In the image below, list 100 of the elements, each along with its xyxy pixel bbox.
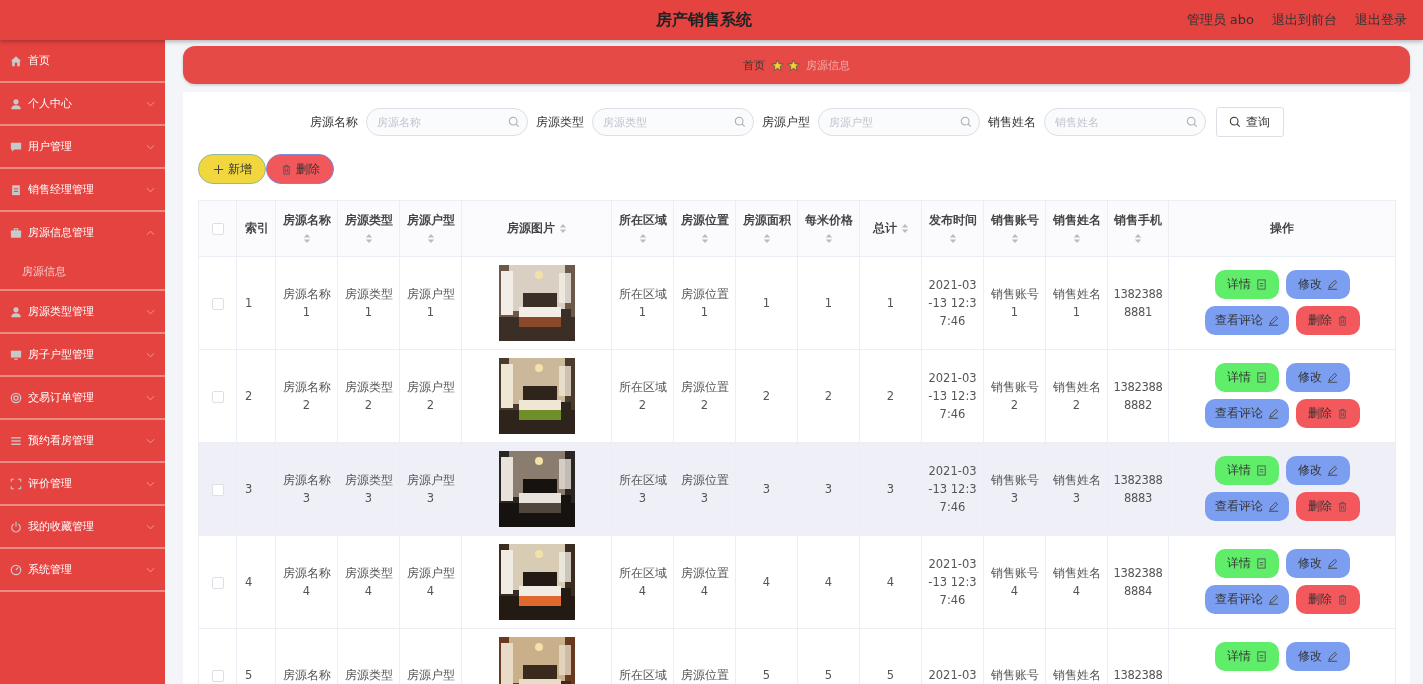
query-button[interactable]: 查询 <box>1215 107 1284 137</box>
submenu-item[interactable]: 房源信息 <box>0 253 165 289</box>
pencil-icon <box>1326 279 1338 290</box>
field-label: 房源名称 <box>309 114 358 130</box>
pencil-icon <box>1267 501 1279 512</box>
trash-icon <box>1336 501 1348 512</box>
table-cell-text: 房源位置 <box>680 667 729 684</box>
delete-button[interactable]: 删除 <box>1295 399 1360 428</box>
header-link[interactable]: 退出登录 <box>1355 11 1407 29</box>
column-header[interactable]: 房源类型 <box>337 200 400 257</box>
monitor-icon <box>10 348 22 361</box>
sort-icon <box>558 223 567 234</box>
select-all-checkbox[interactable] <box>211 223 224 235</box>
table-cell-text: 3 <box>824 481 833 498</box>
detail-button[interactable]: 详情 <box>1214 642 1279 671</box>
column-header[interactable]: 销售手机 <box>1107 200 1169 257</box>
column-header[interactable]: 房源名称 <box>275 200 338 257</box>
table-cell-text: 1 <box>886 295 895 312</box>
header-link[interactable]: 退出到前台 <box>1272 11 1337 29</box>
pencil-icon <box>1326 651 1338 662</box>
edit-button[interactable]: 修改 <box>1285 363 1350 392</box>
search-icon <box>733 116 746 128</box>
trash-icon <box>1336 315 1348 326</box>
delete-button[interactable]: 删除 <box>1295 492 1360 521</box>
edit-button[interactable]: 修改 <box>1285 549 1350 578</box>
menu-item[interactable]: 评价管理 <box>0 463 165 504</box>
table-cell-text: 房源户型4 <box>405 565 456 600</box>
column-header[interactable]: 总计 <box>859 200 922 257</box>
user-icon <box>10 97 22 110</box>
lifebuoy-icon <box>10 391 22 404</box>
detail-button[interactable]: 详情 <box>1214 456 1279 485</box>
column-header[interactable]: 所在区域 <box>611 200 674 257</box>
menu-item[interactable]: 预约看房管理 <box>0 420 165 461</box>
review-button[interactable]: 查看评论 <box>1204 585 1289 614</box>
menu-item[interactable]: 个人中心 <box>0 83 165 124</box>
add-button[interactable]: 新增 <box>198 154 266 184</box>
star-icon <box>771 58 784 72</box>
trash-icon <box>1336 408 1348 419</box>
edit-button[interactable]: 修改 <box>1285 642 1350 671</box>
table-cell-text: 房源类型1 <box>343 286 394 321</box>
sort-icon <box>900 223 909 234</box>
table-cell-text: 房源位置1 <box>679 286 730 321</box>
app-title: 房产销售系统 <box>655 9 752 31</box>
column-header[interactable]: 发布时间 <box>921 200 984 257</box>
menu-item[interactable]: 交易订单管理 <box>0 377 165 418</box>
table-cell-text: 房源位置4 <box>679 565 730 600</box>
delete-button[interactable]: 删除 <box>266 154 334 184</box>
menu-item[interactable]: 系统管理 <box>0 549 165 590</box>
table-cell-text: 5 <box>824 667 833 684</box>
detail-button[interactable]: 详情 <box>1214 270 1279 299</box>
table-cell-text: 房源名称4 <box>281 565 332 600</box>
clipboard-icon <box>10 183 22 196</box>
menu-item[interactable]: 房源信息管理 <box>0 212 165 253</box>
review-button[interactable]: 查看评论 <box>1204 306 1289 335</box>
column-header[interactable]: 房源面积 <box>735 200 798 257</box>
table-cell-text: 房源类型4 <box>343 565 394 600</box>
detail-button[interactable]: 详情 <box>1214 363 1279 392</box>
menu-item[interactable]: 用户管理 <box>0 126 165 167</box>
menu-item[interactable]: 房源类型管理 <box>0 291 165 332</box>
table-cell-text: 2021-03-13 12:37:46 <box>927 556 978 609</box>
edit-button[interactable]: 修改 <box>1285 456 1350 485</box>
column-header[interactable]: 房源户型 <box>399 200 462 257</box>
search-icon <box>507 116 520 128</box>
row-checkbox[interactable] <box>211 669 224 682</box>
power-icon <box>10 520 22 533</box>
chevron-icon <box>146 566 155 573</box>
table-cell-text: 2 <box>762 388 771 405</box>
menu-item[interactable]: 销售经理管理 <box>0 169 165 210</box>
table-cell-text: 13823888883 <box>1112 472 1164 507</box>
delete-button[interactable]: 删除 <box>1295 585 1360 614</box>
row-checkbox[interactable] <box>211 390 224 403</box>
chevron-icon <box>146 100 155 107</box>
row-checkbox[interactable] <box>211 297 224 310</box>
table-cell-text: 1 <box>762 295 771 312</box>
row-checkbox[interactable] <box>211 576 224 589</box>
chevron-icon <box>146 523 155 530</box>
table-cell-text: 所在区域1 <box>617 286 668 321</box>
column-header[interactable]: 房源位置 <box>673 200 736 257</box>
detail-button[interactable]: 详情 <box>1214 549 1279 578</box>
column-header[interactable]: 销售账号 <box>983 200 1046 257</box>
edit-button[interactable]: 修改 <box>1285 270 1350 299</box>
table-cell-text: 3 <box>245 481 253 498</box>
table-cell-text: 13823888884 <box>1112 565 1164 600</box>
sort-icon <box>638 233 647 244</box>
menu-item[interactable]: 首页 <box>0 40 165 81</box>
breadcrumb-link[interactable]: 首页 <box>743 57 765 73</box>
column-header[interactable]: 销售姓名 <box>1045 200 1108 257</box>
search-icon <box>1185 116 1198 128</box>
delete-button[interactable]: 删除 <box>1295 306 1360 335</box>
sort-icon <box>948 233 957 244</box>
document-icon <box>1255 465 1267 476</box>
menu-item[interactable]: 房子户型管理 <box>0 334 165 375</box>
column-header[interactable]: 房源图片 <box>461 200 612 257</box>
sort-icon <box>364 233 373 244</box>
table-cell-text: 1 <box>824 295 833 312</box>
review-button[interactable]: 查看评论 <box>1204 399 1289 428</box>
column-header[interactable]: 每米价格 <box>797 200 860 257</box>
row-checkbox[interactable] <box>211 483 224 496</box>
review-button[interactable]: 查看评论 <box>1204 492 1289 521</box>
menu-item[interactable]: 我的收藏管理 <box>0 506 165 547</box>
